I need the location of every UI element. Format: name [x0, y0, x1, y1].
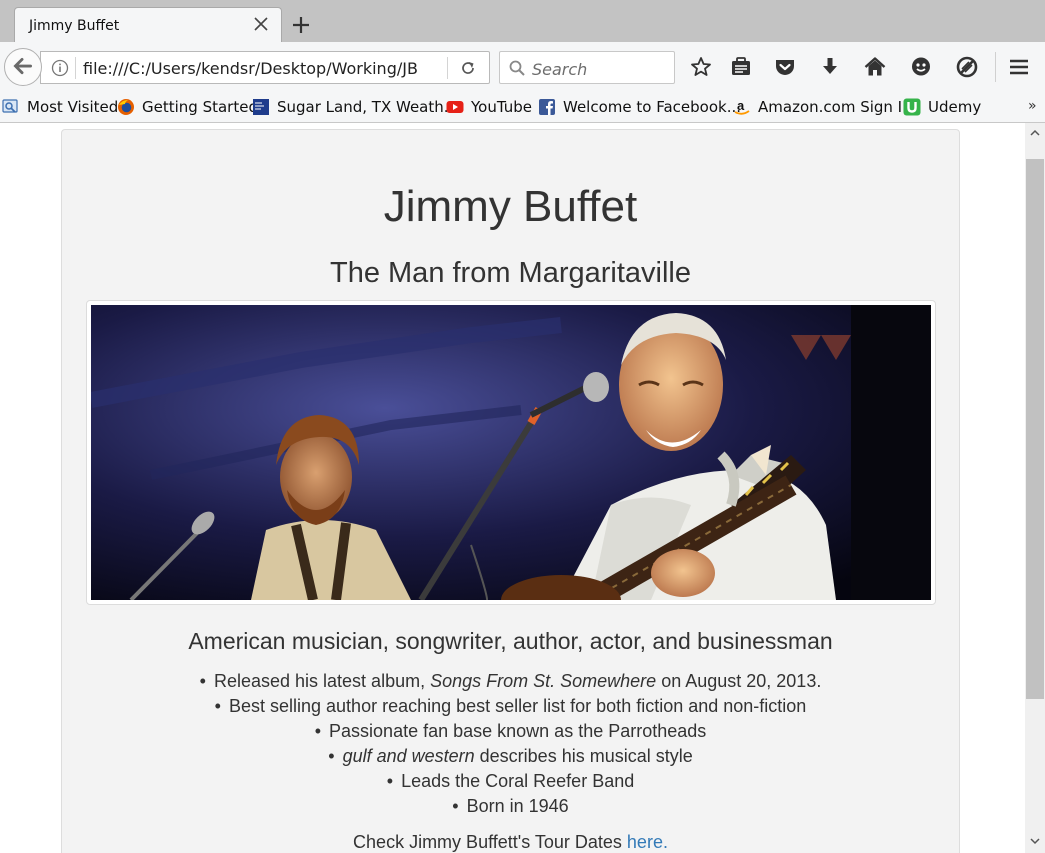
tour-dates-text: Check Jimmy Buffett's Tour Dates here.	[62, 832, 959, 853]
hello-chat-icon[interactable]	[909, 55, 933, 79]
list-item: Released his latest album, Songs From St…	[62, 669, 959, 694]
tagline: American musician, songwriter, author, a…	[188, 628, 833, 654]
search-icon	[509, 60, 525, 76]
url-bar[interactable]: file:///C:/Users/kendsr/Desktop/Working/…	[40, 51, 490, 84]
fact-text: describes his musical style	[474, 746, 693, 766]
weather-channel-icon	[253, 99, 269, 115]
hamburger-menu-icon[interactable]	[1007, 55, 1031, 79]
download-icon[interactable]	[818, 55, 842, 79]
fact-text: Born in 1946	[466, 796, 569, 816]
page-subtitle: The Man from Margaritaville	[330, 257, 691, 289]
tab-strip: Jimmy Buffet	[0, 0, 1045, 43]
url-divider	[75, 57, 76, 79]
scroll-down-arrow-icon[interactable]	[1029, 835, 1041, 847]
page-viewport: Jimmy Buffet The Man from Margaritaville	[0, 123, 1025, 853]
scrollbar-thumb[interactable]	[1026, 159, 1044, 699]
bookmark-facebook[interactable]: Welcome to Facebook...	[538, 96, 741, 118]
tour-prefix: Check Jimmy Buffett's Tour Dates	[353, 832, 627, 852]
bookmark-label: Most Visited	[27, 98, 119, 116]
back-arrow-icon	[13, 58, 32, 75]
close-icon[interactable]	[251, 14, 271, 34]
bookmark-label: YouTube	[471, 98, 532, 116]
list-item: Best selling author reaching best seller…	[62, 694, 959, 719]
plus-icon[interactable]	[288, 12, 314, 38]
list-item: Born in 1946	[62, 794, 959, 819]
back-button[interactable]	[4, 48, 42, 86]
toolbar-separator	[995, 52, 996, 82]
tour-dates-link[interactable]: here.	[627, 832, 668, 852]
bookmark-label: Udemy	[928, 98, 982, 116]
scroll-up-arrow-icon[interactable]	[1029, 127, 1041, 139]
bookmark-label: Getting Started	[142, 98, 258, 116]
fact-text: Leads the Coral Reefer Band	[401, 771, 635, 791]
bookmark-weather[interactable]: Sugar Land, TX Weath...	[252, 96, 458, 118]
bookmark-youtube[interactable]: YouTube	[446, 96, 532, 118]
bookmark-star-icon[interactable]	[689, 55, 713, 79]
info-icon[interactable]	[51, 59, 69, 77]
facts-list: Released his latest album, Songs From St…	[62, 669, 959, 819]
fact-text: Passionate fan base known as the Parroth…	[329, 721, 707, 741]
tab-jimmy-buffet[interactable]: Jimmy Buffet	[14, 7, 282, 43]
amazon-icon: a	[734, 98, 750, 115]
list-item: Leads the Coral Reefer Band	[62, 769, 959, 794]
facebook-icon	[539, 99, 555, 115]
tab-title: Jimmy Buffet	[29, 18, 120, 34]
list-item: gulf and western describes his musical s…	[62, 744, 959, 769]
style-name: gulf and western	[342, 746, 475, 766]
fact-text: Best selling author reaching best seller…	[228, 696, 807, 716]
tracking-protection-icon[interactable]	[955, 55, 979, 79]
vertical-scrollbar[interactable]	[1025, 123, 1045, 853]
firefox-icon	[118, 99, 134, 115]
home-icon[interactable]	[863, 55, 887, 79]
pocket-icon[interactable]	[773, 55, 797, 79]
bookmark-label: Sugar Land, TX Weath...	[277, 98, 459, 116]
bookmark-most-visited[interactable]: Most Visited	[2, 96, 118, 118]
page-title: Jimmy Buffet	[383, 182, 638, 231]
reload-divider	[447, 57, 448, 79]
most-visited-icon	[2, 99, 18, 113]
youtube-icon	[446, 101, 464, 113]
jumbotron: Jimmy Buffet The Man from Margaritaville	[61, 129, 960, 853]
list-item: Passionate fan base known as the Parroth…	[62, 719, 959, 744]
bookmarks-toolbar: Most Visited Getting Started Sugar Land,…	[0, 92, 1045, 123]
fact-text: on August 20, 2013.	[656, 671, 822, 691]
navigation-toolbar: file:///C:/Users/kendsr/Desktop/Working/…	[0, 42, 1045, 92]
reload-icon[interactable]	[459, 59, 477, 77]
reading-list-icon[interactable]	[729, 55, 753, 79]
bookmark-label: Amazon.com Sign In	[758, 98, 912, 116]
fact-text: Released his latest album,	[213, 671, 431, 691]
udemy-icon	[903, 98, 921, 116]
bookmark-udemy[interactable]: Udemy	[903, 96, 981, 118]
bookmark-getting-started[interactable]: Getting Started	[117, 96, 258, 118]
bookmark-label: Welcome to Facebook...	[563, 98, 741, 116]
bookmark-amazon[interactable]: a Amazon.com Sign In	[733, 96, 912, 118]
search-bar[interactable]: Search	[499, 51, 675, 84]
hero-image	[91, 305, 931, 600]
hero-image-frame	[86, 300, 936, 605]
album-title: Songs From St. Somewhere	[430, 671, 657, 691]
bookmarks-overflow-chevron[interactable]: »	[1028, 98, 1037, 114]
search-placeholder: Search	[532, 60, 588, 79]
svg-text:a: a	[737, 98, 745, 113]
url-text[interactable]: file:///C:/Users/kendsr/Desktop/Working/…	[83, 59, 418, 78]
